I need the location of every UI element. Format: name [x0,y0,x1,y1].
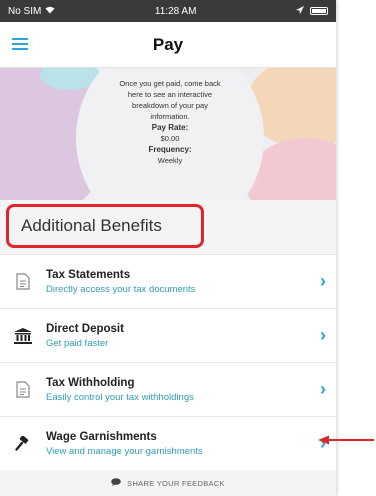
location-icon [295,5,304,17]
item-title: Direct Deposit [46,322,124,335]
list-item-tax-withholding[interactable]: Tax Withholding Easily control your tax … [0,362,336,416]
item-subtitle: Easily control your tax withholdings [46,391,194,403]
pay-rate-value: $0.00 [160,134,180,143]
pay-breakdown-chart: Once you get paid, come back here to see… [0,68,336,200]
pay-rate-label: Pay Rate: [151,123,189,132]
hamburger-menu-icon[interactable] [12,38,28,50]
section-header: Additional Benefits [0,200,336,254]
item-title: Tax Withholding [46,376,135,389]
list-item-direct-deposit[interactable]: Direct Deposit Get paid faster › [0,308,336,362]
share-feedback-button[interactable]: SHARE YOUR FEEDBACK [0,470,336,496]
share-feedback-label: SHARE YOUR FEEDBACK [127,478,225,488]
section-title: Additional Benefits [21,216,162,235]
wifi-icon [45,6,55,17]
list-item-tax-statements[interactable]: Tax Statements Directly access your tax … [0,254,336,308]
status-bar: No SIM 11:28 AM [0,0,336,22]
pay-info-line: here to see an interactive [127,90,213,99]
nav-bar: Pay [0,22,336,68]
chevron-right-icon[interactable]: › [310,271,336,292]
list-item-wage-garnishments[interactable]: Wage Garnishments View and manage your g… [0,416,336,470]
chevron-right-icon[interactable]: › [310,379,336,400]
bank-icon [0,327,46,344]
item-subtitle: Directly access your tax documents [46,283,196,295]
frequency-value: Weekly [157,156,183,165]
pay-info-line: Once you get paid, come back [119,79,221,88]
document-icon [0,381,46,398]
gavel-icon [0,435,46,452]
item-title: Tax Statements [46,268,131,281]
carrier-label: No SIM [8,5,42,17]
chat-bubble-icon [111,478,121,488]
chevron-right-icon[interactable]: › [310,325,336,346]
page-title: Pay [152,34,184,54]
item-subtitle: View and manage your garnishments [46,445,203,457]
battery-icon [309,7,328,15]
frequency-label: Frequency: [148,145,192,154]
red-arrow-annotation [318,435,374,445]
highlight-box: Additional Benefits [6,204,204,248]
benefits-list: Tax Statements Directly access your tax … [0,254,336,470]
pay-info-line: breakdown of your pay [132,101,208,110]
pay-info-text: Once you get paid, come back here to see… [88,78,252,166]
document-icon [0,273,46,290]
item-title: Wage Garnishments [46,430,157,443]
pay-info-line: information. [150,112,190,121]
item-subtitle: Get paid faster [46,337,109,349]
phone-screen: No SIM 11:28 AM Pay Once you get paid, c… [0,0,336,496]
clock-time: 11:28 AM [154,5,197,17]
